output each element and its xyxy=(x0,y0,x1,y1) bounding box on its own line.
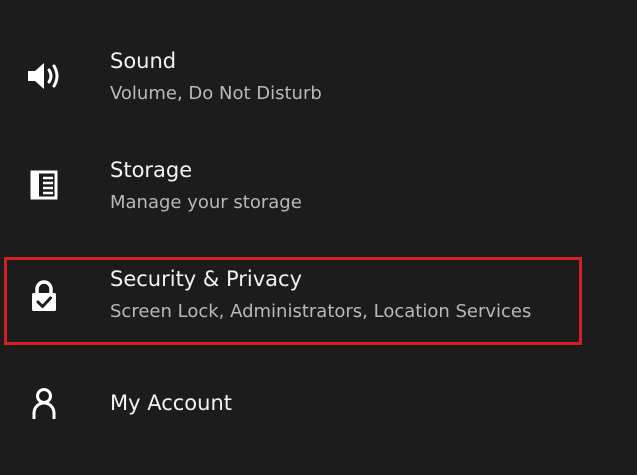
sound-subtitle: Volume, Do Not Disturb xyxy=(110,83,322,104)
settings-item-security-privacy[interactable]: Security & Privacy Screen Lock, Administ… xyxy=(0,262,637,332)
security-privacy-subtitle: Screen Lock, Administrators, Location Se… xyxy=(110,301,532,322)
settings-item-storage[interactable]: Storage Manage your storage xyxy=(0,153,637,223)
lock-icon xyxy=(24,278,64,314)
storage-subtitle: Manage your storage xyxy=(110,192,302,213)
settings-item-my-account[interactable]: My Account xyxy=(0,380,637,430)
settings-list: Sound Volume, Do Not Disturb Storage Man… xyxy=(0,0,637,475)
person-icon xyxy=(24,386,64,422)
storage-title: Storage xyxy=(110,158,193,182)
settings-item-sound[interactable]: Sound Volume, Do Not Disturb xyxy=(0,44,637,114)
sound-title: Sound xyxy=(110,49,177,73)
speaker-icon xyxy=(24,58,64,94)
security-privacy-title: Security & Privacy xyxy=(110,267,302,291)
storage-icon xyxy=(24,167,64,203)
my-account-title: My Account xyxy=(110,391,233,415)
